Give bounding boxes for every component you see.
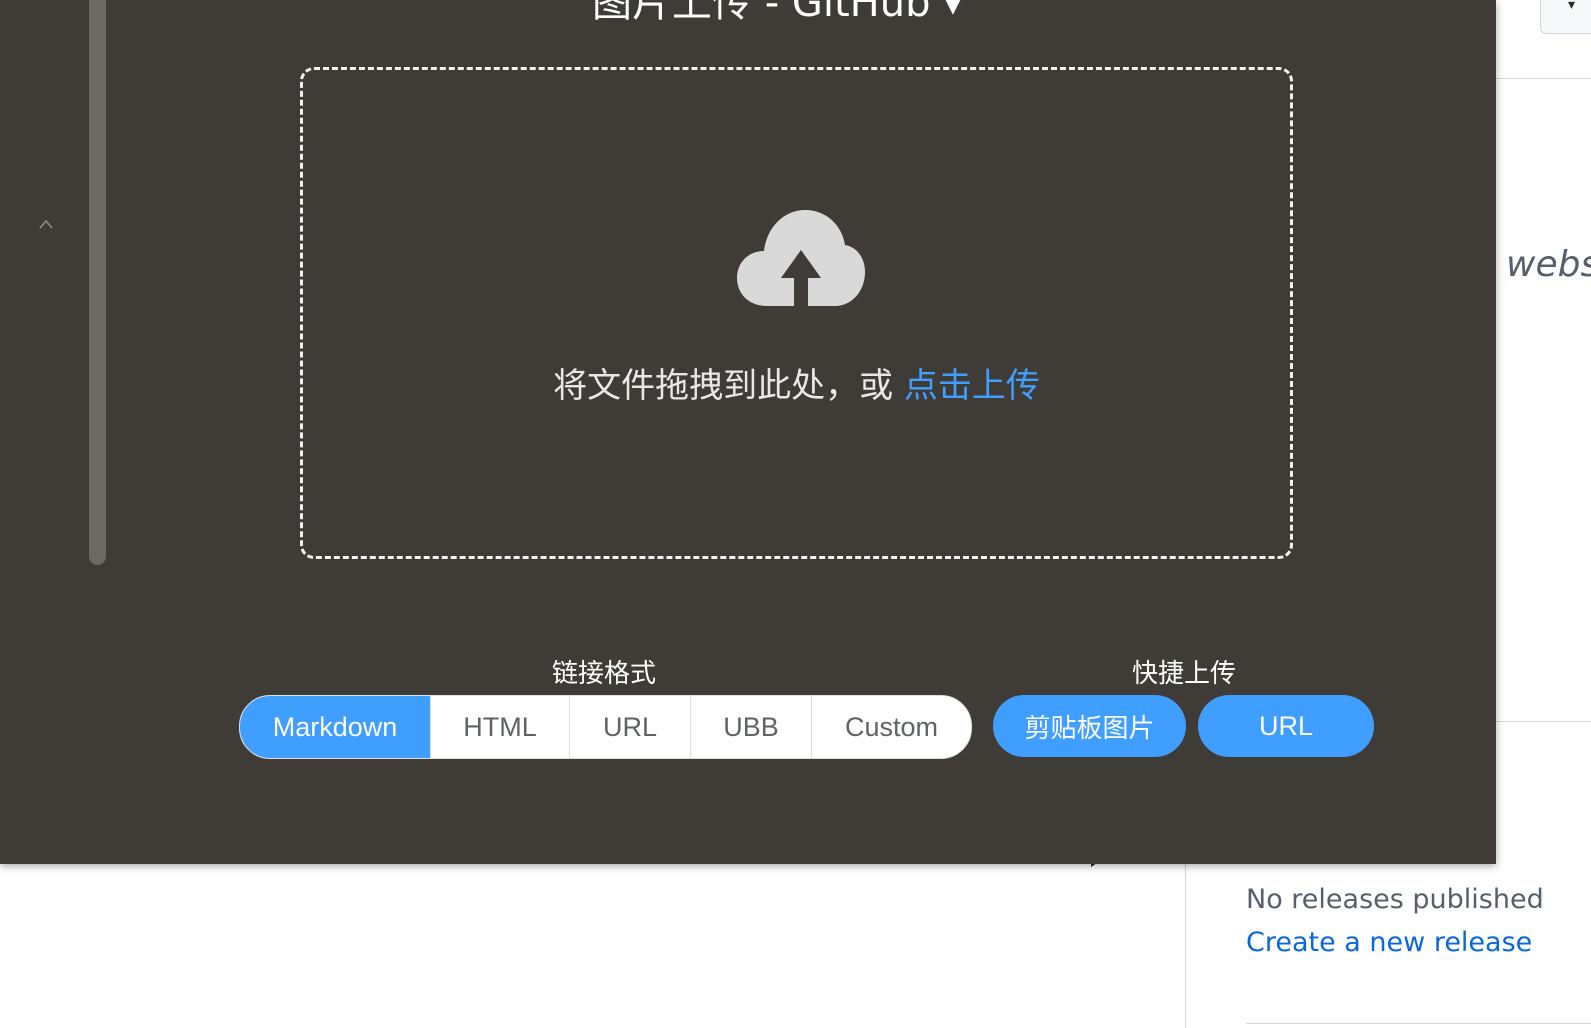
no-releases-text: No releases published	[1246, 884, 1544, 915]
chevron-up-icon[interactable]	[38, 216, 54, 232]
format-url-button[interactable]: URL	[569, 696, 690, 758]
about-website-text: webs	[1506, 244, 1591, 285]
format-custom-button[interactable]: Custom	[811, 696, 971, 758]
sidebar-border	[1185, 864, 1186, 1028]
divider	[1246, 1023, 1591, 1024]
divider	[1496, 721, 1591, 722]
drop-hint-text: 将文件拖拽到此处，或	[553, 366, 904, 406]
format-html-button[interactable]: HTML	[430, 696, 569, 758]
format-ubb-button[interactable]: UBB	[690, 696, 811, 758]
quick-upload-label: 快捷上传	[1132, 659, 1237, 689]
uploader-title-text: 图片上传 - GitHub	[592, 0, 931, 26]
url-upload-button[interactable]: URL	[1198, 695, 1374, 757]
uploader-title[interactable]: 图片上传 - GitHub ▼	[592, 0, 961, 28]
image-upload-panel: 图片上传 - GitHub ▼ 将文件拖拽到此处，或 点击上传 链接格式 快捷上传…	[0, 0, 1496, 864]
format-markdown-button[interactable]: Markdown	[240, 696, 430, 758]
create-release-link[interactable]: Create a new release	[1246, 927, 1532, 958]
link-format-group: Markdown HTML URL UBB Custom	[239, 695, 972, 759]
clipboard-upload-button[interactable]: 剪贴板图片	[993, 695, 1186, 757]
dropdown-button[interactable]	[1540, 0, 1591, 34]
click-upload-link[interactable]: 点击上传	[904, 366, 1040, 406]
link-format-label: 链接格式	[552, 659, 657, 689]
chevron-down-icon[interactable]: ▾	[1568, 0, 1575, 13]
file-drop-zone[interactable]: 将文件拖拽到此处，或 点击上传	[300, 67, 1293, 559]
screen: ▾ webs No releases published Create a ne…	[0, 0, 1591, 1028]
chevron-down-icon: ▼	[944, 0, 962, 18]
drop-hint: 将文件拖拽到此处，或 点击上传	[303, 358, 1290, 407]
cloud-upload-icon	[737, 210, 865, 306]
divider	[1496, 78, 1591, 79]
scrollbar-thumb[interactable]	[89, 0, 106, 565]
